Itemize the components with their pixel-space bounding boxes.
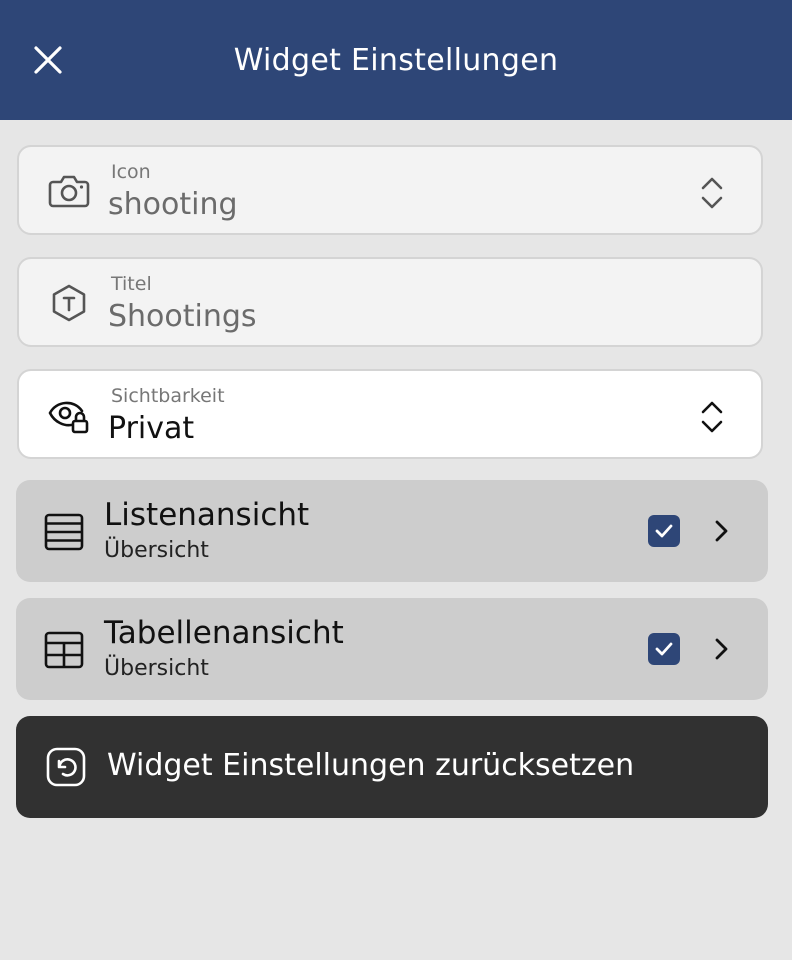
list-view-title: Listenansicht <box>104 497 310 533</box>
list-view-row[interactable]: Listenansicht Übersicht <box>16 480 768 582</box>
checkmark-icon <box>655 642 673 656</box>
page-title: Widget Einstellungen <box>233 42 559 78</box>
table-view-checkbox[interactable] <box>648 633 680 665</box>
checkmark-icon <box>655 524 673 538</box>
list-icon <box>42 510 86 554</box>
icon-field-label: Icon <box>111 161 151 183</box>
top-bar: Widget Einstellungen <box>0 0 792 120</box>
chevron-right-icon[interactable] <box>706 516 736 546</box>
reset-widget-settings-button[interactable]: Widget Einstellungen zurücksetzen <box>16 716 768 818</box>
chevron-up-down-icon <box>697 175 727 211</box>
icon-field-value: shooting <box>108 187 238 222</box>
chevron-right-icon[interactable] <box>706 634 736 664</box>
icon-select-field[interactable]: Icon shooting <box>17 145 763 235</box>
list-view-subtitle: Übersicht <box>104 538 209 563</box>
eye-lock-icon <box>47 395 91 435</box>
title-hexagon-icon <box>47 283 91 323</box>
list-view-checkbox[interactable] <box>648 515 680 547</box>
reset-button-label: Widget Einstellungen zurücksetzen <box>107 748 635 783</box>
camera-icon <box>47 171 91 211</box>
table-view-subtitle: Übersicht <box>104 656 209 681</box>
visibility-field-value: Privat <box>108 411 195 446</box>
table-view-title: Tabellenansicht <box>104 615 344 651</box>
visibility-select-field[interactable]: Sichtbarkeit Privat <box>17 369 763 459</box>
chevron-up-down-icon <box>697 399 727 435</box>
table-view-row[interactable]: Tabellenansicht Übersicht <box>16 598 768 700</box>
visibility-field-label: Sichtbarkeit <box>111 385 225 407</box>
close-icon <box>34 46 62 74</box>
title-field[interactable]: Titel Shootings <box>17 257 763 347</box>
table-icon <box>42 628 86 672</box>
title-field-label: Titel <box>111 273 152 295</box>
reset-icon <box>44 745 88 789</box>
close-button[interactable] <box>26 38 70 82</box>
title-field-value: Shootings <box>108 299 257 334</box>
